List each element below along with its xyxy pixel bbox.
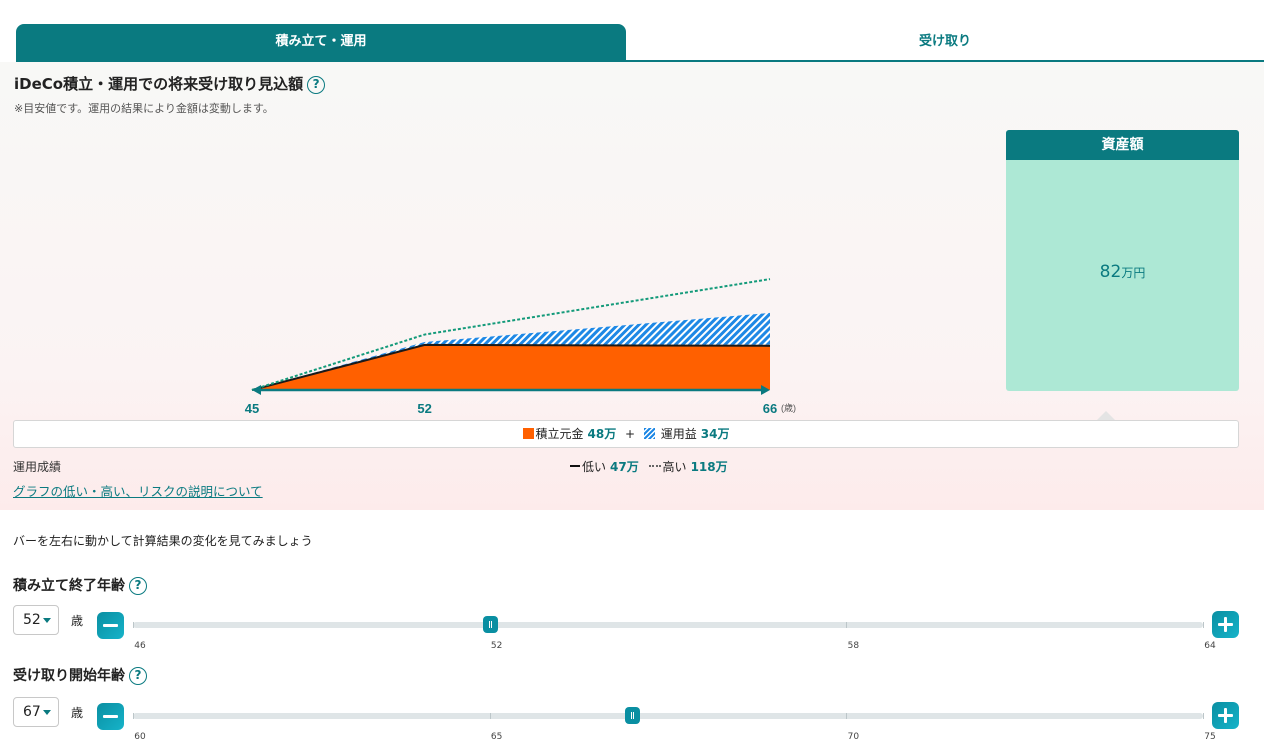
slider-tick-label: 70	[847, 732, 860, 742]
slider-tick-label: 58	[847, 641, 860, 651]
low-value: 47万	[610, 460, 639, 474]
slider-tick	[133, 622, 134, 628]
slider-tick-label: 46	[134, 641, 146, 651]
slider-tick	[846, 713, 848, 719]
asset-title: 資産額	[1006, 130, 1239, 160]
chevron-down-icon	[43, 710, 51, 715]
minus-icon	[103, 715, 118, 718]
projection-chart: 45 52 66 (歳)	[245, 278, 796, 416]
dotted-line-icon	[648, 465, 661, 467]
slider-tick	[1203, 622, 1204, 628]
breakdown-legend: 積立元金 48万 + 運用益 34万	[13, 420, 1239, 448]
slider-tick-label: 60	[134, 732, 146, 742]
plus-sign: +	[625, 427, 636, 441]
start-age-select[interactable]: 67	[13, 697, 59, 727]
start-age-title-text: 受け取り開始年齢	[13, 668, 125, 684]
performance-range: 低い 47万 高い 118万	[570, 458, 728, 475]
end-age-slider[interactable]	[133, 616, 1204, 633]
slider-tick	[846, 622, 848, 628]
tab-receipt[interactable]: 受け取り	[626, 24, 1264, 60]
slider-tick	[1203, 713, 1204, 719]
tab-accumulation[interactable]: 積み立て・運用	[16, 24, 626, 60]
slider-thumb[interactable]	[482, 616, 498, 633]
help-icon[interactable]: ?	[129, 667, 147, 685]
chevron-down-icon	[43, 618, 51, 623]
low-label: 低い	[582, 460, 607, 474]
principal-swatch-icon	[522, 428, 534, 439]
high-label: 高い	[662, 460, 687, 474]
start-age-plus-button[interactable]	[1212, 702, 1239, 729]
slider-tick-label: 75	[1204, 732, 1216, 742]
x-tick-label: 45	[245, 401, 259, 416]
end-age-minus-button[interactable]	[97, 612, 124, 639]
asset-caret-icon	[1097, 411, 1115, 420]
start-age-unit: 歳	[71, 706, 84, 720]
start-age-slider[interactable]	[133, 707, 1204, 724]
gain-swatch-icon	[643, 428, 655, 439]
slider-tick-label: 52	[490, 641, 503, 651]
disclaimer-note: ※目安値です。運用の結果により金額は変動します。	[14, 102, 274, 115]
slider-tick	[489, 713, 491, 719]
asset-value: 82万円	[1006, 262, 1239, 282]
axis-arrow-left-icon	[252, 385, 261, 395]
x-unit-label: (歳)	[781, 402, 796, 413]
title-text: iDeCo積立・運用での将来受け取り見込額	[14, 75, 304, 93]
end-age-plus-button[interactable]	[1212, 611, 1239, 638]
help-icon[interactable]: ?	[307, 76, 326, 94]
end-age-select[interactable]: 52	[13, 605, 59, 635]
asset-unit: 万円	[1121, 266, 1146, 280]
slider-tick	[133, 713, 134, 719]
solid-line-icon	[570, 465, 580, 467]
x-tick-label: 66	[763, 401, 777, 416]
risk-explanation-link[interactable]: グラフの低い・高い、リスクの説明について	[13, 481, 263, 500]
gain-value: 34万	[700, 427, 730, 441]
minus-icon	[103, 624, 118, 627]
start-age-title: 受け取り開始年齢?	[13, 665, 147, 685]
performance-label: 運用成績	[13, 460, 62, 474]
start-age-selected: 67	[23, 704, 41, 720]
end-age-title-text: 積み立て終了年齢	[13, 578, 125, 594]
end-age-selected: 52	[23, 612, 41, 628]
principal-area	[252, 344, 770, 390]
end-age-unit: 歳	[71, 614, 84, 628]
principal-value: 48万	[587, 427, 617, 441]
slider-instruction: バーを左右に動かして計算結果の変化を見てみましょう	[13, 534, 313, 548]
x-tick-label: 52	[417, 401, 431, 416]
high-value: 118万	[690, 460, 728, 474]
slider-tick-label: 65	[490, 732, 503, 742]
help-icon[interactable]: ?	[129, 577, 147, 595]
start-age-minus-button[interactable]	[97, 703, 124, 730]
principal-label: 積立元金	[535, 427, 584, 441]
end-age-title: 積み立て終了年齢?	[13, 575, 147, 595]
slider-thumb[interactable]	[625, 707, 641, 724]
asset-card: 資産額 82万円	[1006, 130, 1239, 391]
asset-amount: 82	[1099, 262, 1122, 282]
gain-label: 運用益	[660, 427, 697, 441]
page-title: iDeCo積立・運用での将来受け取り見込額?	[14, 73, 326, 94]
slider-tick-label: 64	[1204, 641, 1216, 651]
tab-bar: 積み立て・運用 受け取り	[16, 24, 1264, 62]
